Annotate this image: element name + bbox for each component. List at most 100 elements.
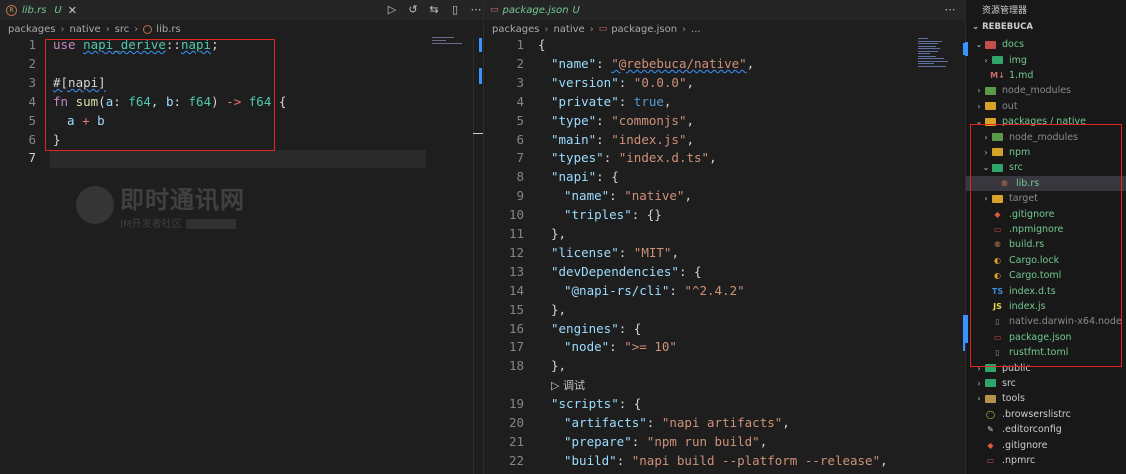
line-number: 12: [508, 244, 524, 260]
breadcrumb-item[interactable]: ...: [691, 24, 701, 35]
minimap[interactable]: [432, 37, 472, 49]
chevron-right-icon: ›: [589, 23, 594, 35]
json-key: "name": [564, 188, 610, 204]
tree-item-label: node_modules: [1002, 85, 1072, 97]
close-icon[interactable]: ✕: [68, 4, 77, 17]
tree-item-label: out: [1002, 100, 1018, 112]
npm-file-icon: ▭: [598, 24, 608, 34]
rust-file-icon: [143, 24, 153, 34]
json-punctuation: ,: [671, 244, 679, 260]
tree-item-label: tools: [1002, 393, 1025, 405]
json-punctuation: :: [596, 112, 612, 128]
line-number: 5: [28, 112, 36, 128]
code-line: "triples": {}: [564, 206, 662, 225]
breadcrumb-item[interactable]: packages: [492, 24, 539, 35]
tree-file[interactable]: ◯ .browserslistrc: [966, 407, 1126, 422]
history-icon[interactable]: ↺: [407, 3, 419, 16]
json-key: "prepare": [564, 433, 632, 449]
breadcrumb-item[interactable]: packages: [8, 24, 55, 35]
tree-folder[interactable]: › src: [966, 376, 1126, 391]
more-actions-icon[interactable]: ⋯: [944, 3, 956, 16]
compare-changes-icon[interactable]: ⇆: [428, 3, 440, 16]
chevron-down-icon[interactable]: ⌄: [974, 40, 984, 49]
tree-folder[interactable]: › node_modules: [966, 83, 1126, 98]
folder-icon: [984, 86, 997, 96]
json-key: "name": [551, 55, 597, 71]
split-editor-icon[interactable]: ▯: [449, 3, 461, 16]
json-punctuation: : {}: [631, 207, 662, 223]
npm-file-icon: ▭: [490, 5, 499, 15]
scroll-marker: [479, 68, 482, 84]
tree-file[interactable]: ◆ .gitignore: [966, 437, 1126, 452]
tab-package-json[interactable]: ▭ package.json U: [490, 0, 580, 20]
tree-folder[interactable]: › out: [966, 99, 1126, 114]
chevron-right-icon[interactable]: ›: [974, 102, 984, 111]
line-number: 21: [508, 433, 524, 449]
tree-file[interactable]: ▭ .npmrc: [966, 453, 1126, 468]
folder-icon: [984, 40, 997, 50]
line-number: 2: [516, 55, 524, 71]
tree-item-label: .editorconfig: [1002, 424, 1062, 436]
json-string: "commonjs": [611, 112, 687, 128]
code-line: },: [551, 225, 566, 244]
chevron-right-icon: ›: [60, 23, 65, 35]
code-line: "license": "MIT",: [551, 244, 679, 263]
line-number: 11: [508, 226, 524, 241]
json-key: "scripts": [551, 396, 619, 412]
chevron-right-icon[interactable]: ›: [981, 56, 991, 65]
tree-file[interactable]: ✎ .editorconfig: [966, 422, 1126, 437]
tree-folder[interactable]: › img: [966, 52, 1126, 67]
editorconfig-file-icon: ✎: [987, 425, 994, 435]
json-punctuation: :: [596, 55, 612, 71]
json-punctuation: ,: [686, 112, 695, 128]
code-line: "private": true,: [551, 93, 671, 112]
breadcrumb-item[interactable]: src: [115, 24, 130, 35]
git-file-icon: ◆: [987, 440, 994, 450]
json-punctuation: ,: [686, 131, 695, 147]
codelens-debug[interactable]: ▷ 调试: [551, 376, 585, 396]
tree-item-label: .browserslistrc: [1002, 408, 1071, 420]
brace: {: [278, 93, 287, 109]
scroll-marker: [965, 42, 968, 56]
code-line: "name": "@rebebuca/native",: [551, 55, 754, 74]
tree-folder[interactable]: ⌄ docs: [966, 37, 1126, 52]
line-number: 1: [516, 37, 524, 52]
json-punctuation: ,: [686, 74, 695, 90]
tree-folder[interactable]: › tools: [966, 391, 1126, 406]
tree-file[interactable]: M↓ 1.md: [966, 68, 1126, 83]
chevron-right-icon[interactable]: ›: [974, 394, 984, 403]
breadcrumb-item[interactable]: native: [553, 24, 584, 35]
more-actions-icon[interactable]: ⋯: [470, 3, 482, 16]
run-icon[interactable]: ▷: [386, 3, 398, 16]
code-line: "name": "native",: [564, 187, 692, 206]
right-tab-bar: ▭ package.json U ⋯: [484, 0, 965, 20]
tree-item-label: src: [1002, 377, 1016, 389]
tab-lib-rs[interactable]: R lib.rs U ✕: [6, 0, 77, 20]
breadcrumb-item[interactable]: package.json: [611, 24, 677, 35]
tree-item-label: 1.md: [1009, 69, 1034, 81]
json-key: "engines": [551, 320, 619, 336]
watermark-bar: [185, 219, 236, 229]
tab-label: lib.rs: [22, 4, 47, 16]
chevron-right-icon[interactable]: ›: [974, 86, 984, 95]
line-number: 4: [516, 93, 524, 109]
chevron-right-icon[interactable]: ›: [974, 379, 984, 388]
md-file-icon: M↓: [990, 70, 1005, 80]
line-number: 13: [508, 263, 524, 279]
breadcrumb-item[interactable]: native: [69, 24, 100, 35]
json-key: "devDependencies": [551, 263, 679, 279]
explorer-root[interactable]: ⌄ REBEBUCA: [972, 22, 1033, 32]
json-punctuation: :: [609, 339, 625, 355]
vertical-scrollbar[interactable]: [473, 38, 483, 474]
root-label: REBEBUCA: [982, 22, 1033, 32]
json-punctuation: ,: [709, 150, 717, 166]
json-punctuation: },: [551, 301, 567, 317]
minimap[interactable]: [918, 38, 952, 82]
line-number: 3: [28, 74, 36, 90]
scroll-marker: [479, 38, 482, 52]
folder-icon: [991, 55, 1004, 65]
watermark-title: 即时通讯网: [120, 186, 245, 214]
npm-file-icon: ▭: [986, 455, 995, 465]
breadcrumb-item[interactable]: lib.rs: [156, 24, 180, 35]
rust-code-view[interactable]: 1 2 3 4 5 6 7 use napi_derive::napi; #[n…: [0, 36, 286, 395]
